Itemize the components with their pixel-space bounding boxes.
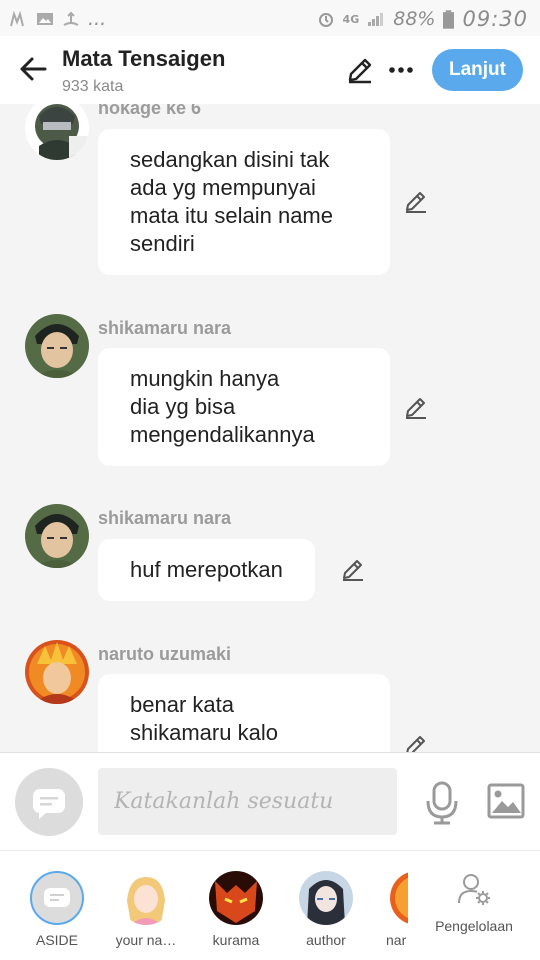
character-naruto[interactable]: nar xyxy=(364,871,408,948)
avatar xyxy=(119,871,173,925)
edit-message-icon[interactable] xyxy=(404,190,428,214)
avatar xyxy=(390,871,408,925)
edit-message-icon[interactable] xyxy=(404,734,428,752)
message-bubble[interactable]: huf merepotkan xyxy=(98,539,315,601)
message-bubble[interactable]: mungkin hanya dia yg bisa mengendalikann… xyxy=(98,348,390,466)
edit-title-icon[interactable] xyxy=(346,56,374,84)
character-label: nar xyxy=(386,932,407,948)
gallery-icon xyxy=(37,13,53,25)
story-title: Mata Tensaigen xyxy=(62,46,226,71)
character-label: your na… xyxy=(115,932,177,948)
character-label: kurama xyxy=(212,932,260,948)
edit-message-icon[interactable] xyxy=(341,558,365,582)
continue-button[interactable]: Lanjut xyxy=(432,49,523,91)
chat-bubble-icon xyxy=(44,888,70,907)
aside-toggle-button[interactable] xyxy=(15,768,83,836)
character-aside[interactable]: ASIDE xyxy=(12,871,102,948)
edit-message-icon[interactable] xyxy=(404,396,428,420)
user-settings-icon xyxy=(458,874,490,905)
microphone-icon[interactable] xyxy=(425,781,459,825)
sender-name: nokage ke 6 xyxy=(98,104,202,118)
carrier-m-icon xyxy=(10,11,24,27)
message-bubble[interactable]: benar kata shikamaru kalo xyxy=(98,674,390,752)
sender-name: shikamaru nara xyxy=(98,318,232,338)
word-count: 933 kata xyxy=(62,78,124,95)
avatar[interactable] xyxy=(25,314,89,378)
avatar[interactable] xyxy=(25,504,89,568)
avatar xyxy=(209,871,263,925)
status-ellipsis: ... xyxy=(88,8,107,30)
avatar[interactable] xyxy=(25,640,89,704)
character-author[interactable]: author xyxy=(281,871,371,948)
chat-bubble-icon xyxy=(33,789,65,819)
message-input[interactable] xyxy=(98,768,397,835)
character-selector: ASIDE your na… kurama author nar Pengelo… xyxy=(0,850,540,960)
network-type: 4G xyxy=(342,12,360,26)
status-bar: ... 4G 88% 09:30 xyxy=(0,0,540,36)
app-header: Mata Tensaigen 933 kata Lanjut xyxy=(0,36,540,104)
sender-name: shikamaru nara xyxy=(98,508,232,528)
avatar[interactable] xyxy=(25,104,89,160)
character-kurama[interactable]: kurama xyxy=(191,871,281,948)
chat-area[interactable]: nokage ke 6 sedangkan disini tak ada yg … xyxy=(0,104,540,752)
message-input-bar xyxy=(0,752,540,850)
avatar xyxy=(299,871,353,925)
message-bubble[interactable]: sedangkan disini tak ada yg mempunyai ma… xyxy=(98,129,390,275)
manage-label: Pengelolaan xyxy=(435,918,513,934)
back-arrow-icon[interactable] xyxy=(18,54,48,84)
image-picker-icon[interactable] xyxy=(487,783,525,819)
character-label: author xyxy=(306,932,346,948)
manage-characters-button[interactable]: Pengelolaan xyxy=(425,871,523,934)
character-label: ASIDE xyxy=(35,932,78,948)
battery-percent: 88% xyxy=(393,8,436,30)
character-your-name[interactable]: your na… xyxy=(101,871,191,948)
avatar xyxy=(30,871,84,925)
alarm-icon xyxy=(318,13,333,27)
battery-icon xyxy=(443,9,455,29)
clock: 09:30 xyxy=(462,7,528,31)
more-options-icon[interactable] xyxy=(388,56,414,84)
usb-icon xyxy=(63,11,79,26)
sender-name: naruto uzumaki xyxy=(98,644,232,664)
signal-icon xyxy=(368,13,384,26)
